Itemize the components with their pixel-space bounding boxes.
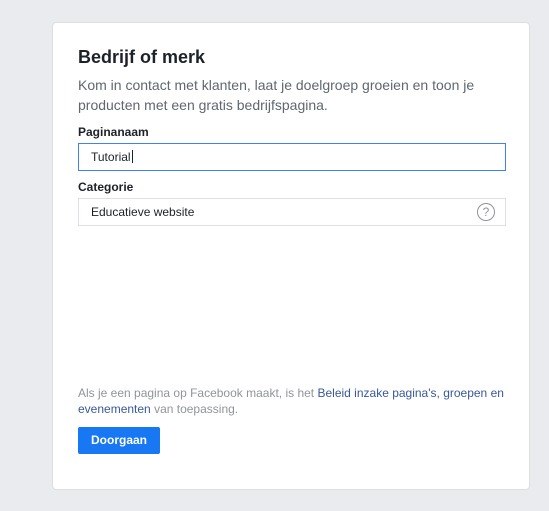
policy-notice: Als je een pagina op Facebook maakt, is … bbox=[78, 385, 518, 417]
help-icon[interactable]: ? bbox=[477, 203, 495, 221]
category-label: Categorie bbox=[78, 180, 134, 194]
text-caret bbox=[131, 150, 133, 163]
card-title: Bedrijf of merk bbox=[78, 47, 206, 67]
policy-text-after: van toepassing. bbox=[150, 402, 239, 416]
page-name-label: Paginanaam bbox=[78, 125, 149, 139]
card-description: Kom in contact met klanten, laat je doel… bbox=[78, 77, 475, 113]
page-name-value: Tutorial bbox=[91, 150, 131, 164]
continue-button[interactable]: Doorgaan bbox=[78, 427, 161, 454]
category-input[interactable]: Educatieve website ? bbox=[78, 198, 506, 226]
create-page-card: Bedrijf of merk Kom in contact met klant… bbox=[52, 22, 530, 490]
policy-text-before: Als je een pagina op Facebook maakt, is … bbox=[78, 386, 318, 400]
page-name-input[interactable]: Tutorial bbox=[78, 143, 506, 171]
category-value: Educatieve website bbox=[91, 205, 195, 219]
